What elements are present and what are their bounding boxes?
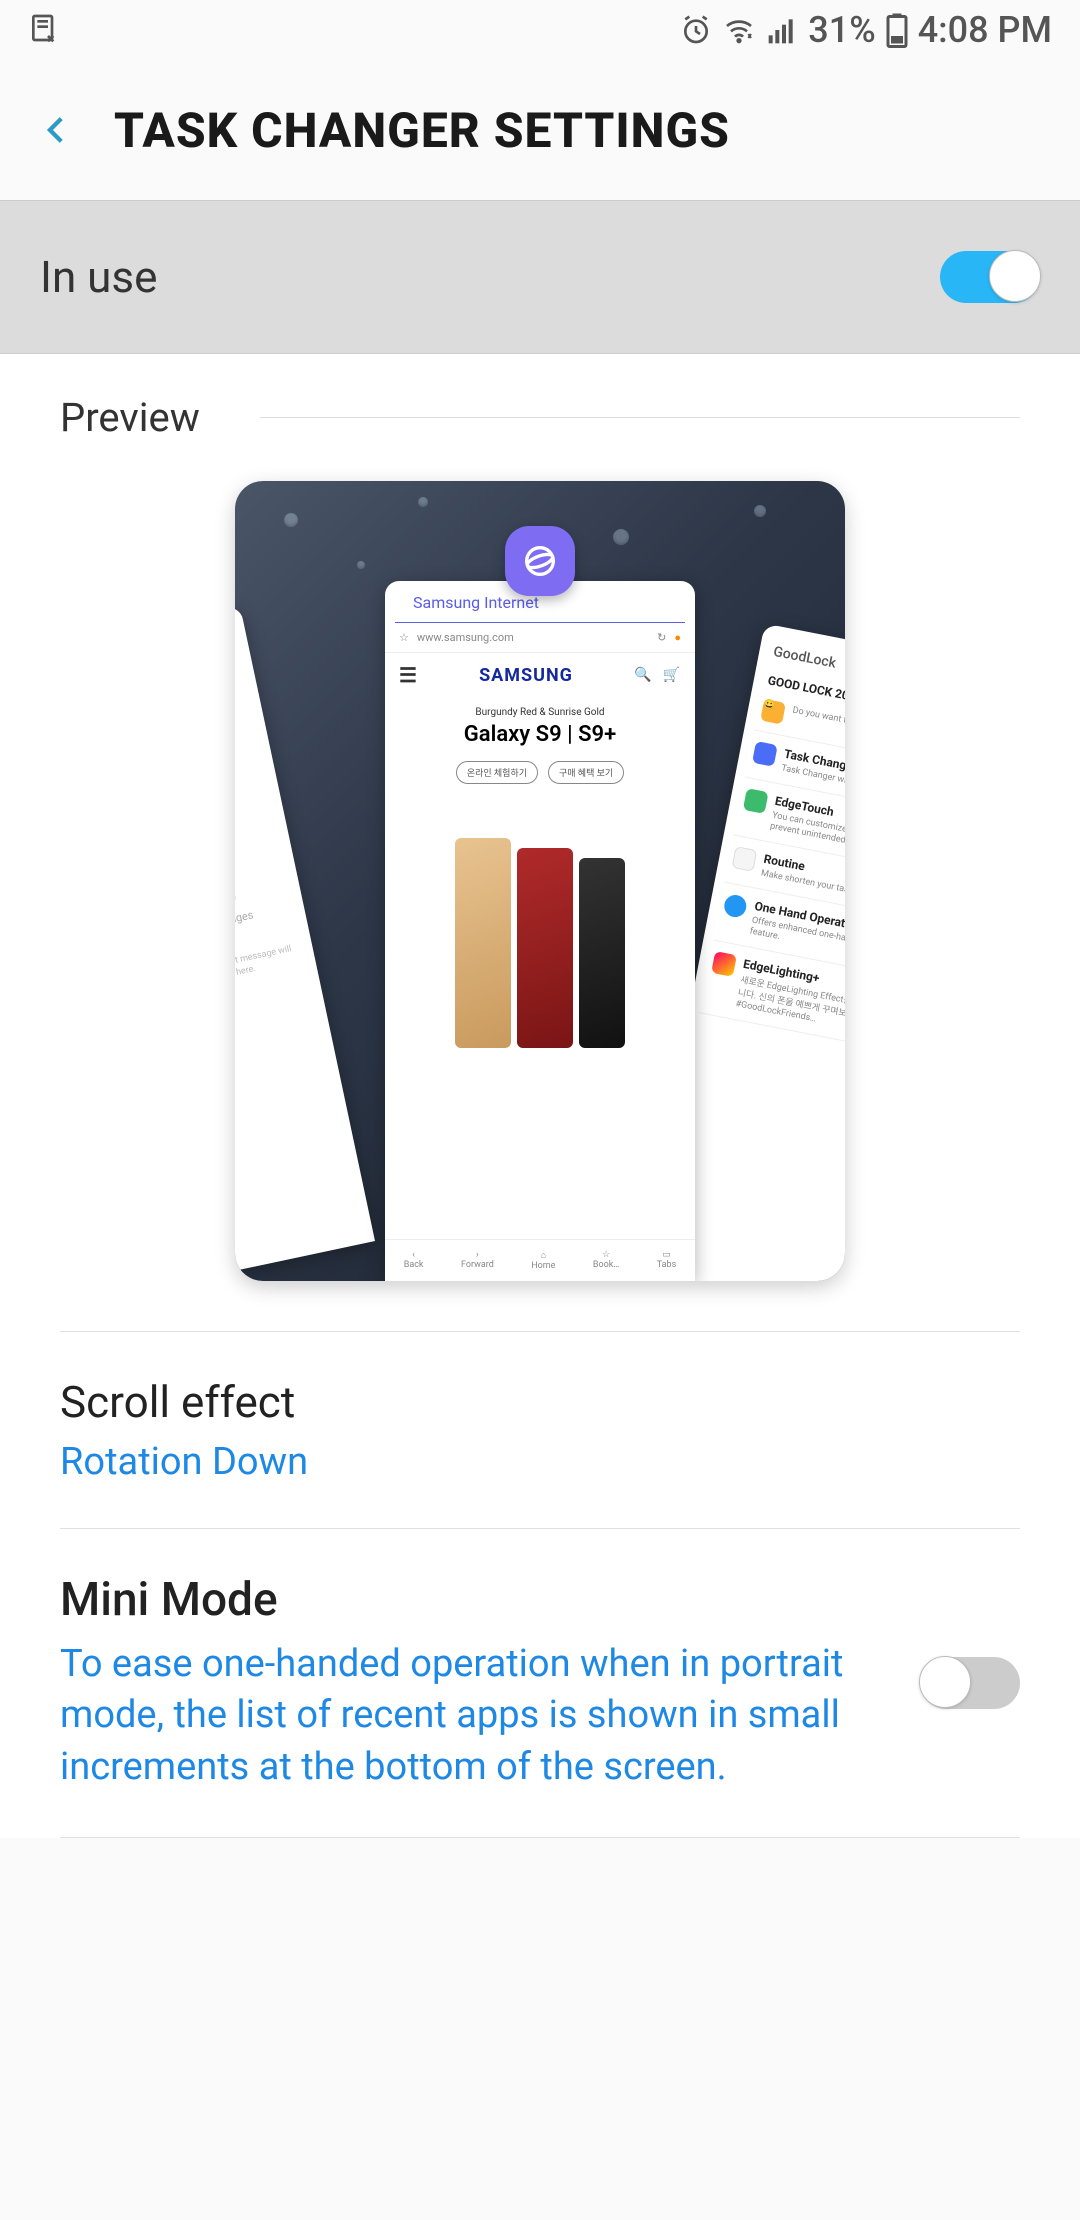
status-bar: 31% 4:08 PM (0, 0, 1080, 60)
battery-icon (886, 12, 908, 48)
app-icon (505, 526, 575, 596)
in-use-row[interactable]: In use (0, 200, 1080, 354)
back-button[interactable] (40, 103, 74, 157)
in-use-label: In use (40, 251, 157, 303)
divider (260, 417, 1020, 418)
app-bar: TASK CHANGER SETTINGS (0, 60, 1080, 200)
mini-mode-description: To ease one-handed operation when in por… (60, 1639, 880, 1793)
preview-image: 🎤⋮ CONTACTS No messages you send your fi… (235, 481, 845, 1281)
battery-pct-label: 31% (808, 9, 875, 51)
signal-icon (766, 14, 798, 46)
divider (60, 1837, 1020, 1838)
preview-card-center: Samsung Internet ☆www.samsung.com↻● ☰ SA… (385, 581, 695, 1281)
scroll-effect-title: Scroll effect (60, 1376, 1020, 1428)
alarm-icon (680, 14, 712, 46)
preview-label: Preview (60, 394, 200, 441)
in-use-toggle[interactable] (940, 251, 1040, 303)
clock-label: 4:08 PM (918, 9, 1052, 51)
notification-icon (28, 12, 60, 48)
wifi-icon (722, 14, 756, 46)
mini-mode-title: Mini Mode (60, 1573, 880, 1627)
mini-mode-toggle[interactable] (920, 1657, 1020, 1709)
mini-mode-item[interactable]: Mini Mode To ease one-handed operation w… (0, 1529, 1080, 1837)
scroll-effect-value: Rotation Down (60, 1440, 1020, 1484)
preview-card-left: 🎤⋮ CONTACTS No messages you send your fi… (235, 605, 375, 1276)
scroll-effect-item[interactable]: Scroll effect Rotation Down (0, 1332, 1080, 1528)
page-title: TASK CHANGER SETTINGS (114, 102, 730, 159)
preview-section: Preview 🎤⋮ CONTACTS No messages you send (0, 354, 1080, 1281)
